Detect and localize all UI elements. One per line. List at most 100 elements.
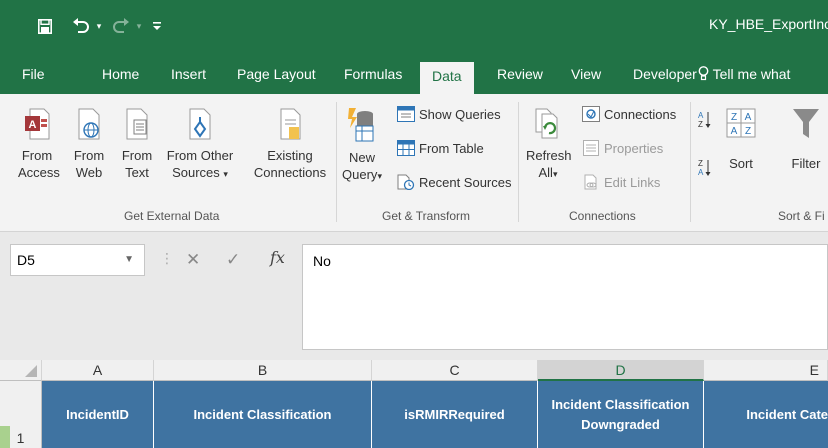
- from-access-button[interactable]: A From Access: [18, 108, 60, 181]
- cell-d1[interactable]: Incident Classification Downgraded: [538, 381, 704, 448]
- show-queries-label: Show Queries: [419, 106, 501, 122]
- from-web-label-1: From: [73, 148, 105, 163]
- column-header-b[interactable]: B: [154, 360, 372, 381]
- show-queries-button[interactable]: Show Queries: [397, 106, 501, 122]
- tell-me-box[interactable]: Tell me what: [698, 62, 790, 86]
- group-get-transform: Get & Transform: [382, 209, 471, 223]
- enter-check-icon[interactable]: ✓: [226, 250, 240, 270]
- new-query-label-1: New: [348, 150, 375, 165]
- from-other-sources-text: Sources: [172, 165, 220, 180]
- cell-d1-text-line1: Incident Classification: [551, 396, 690, 412]
- row-header-1[interactable]: 1: [0, 381, 42, 448]
- redo-dropdown-icon[interactable]: ▾: [134, 14, 144, 38]
- cell-a1-text: IncidentID: [66, 406, 129, 422]
- cell-c1-text: isRMIRRequired: [404, 406, 505, 422]
- cancel-icon[interactable]: ✕: [186, 250, 200, 270]
- sort-button[interactable]: ZAAZ Sort: [722, 108, 760, 172]
- column-header-c[interactable]: C: [372, 360, 538, 381]
- svg-text:A: A: [745, 112, 752, 123]
- edit-links-label: Edit Links: [604, 174, 661, 190]
- from-text-button[interactable]: From Text: [120, 108, 154, 181]
- cell-e1[interactable]: Incident Cate: [704, 381, 828, 448]
- cell-c1[interactable]: isRMIRRequired: [372, 381, 538, 448]
- new-query-icon: [342, 108, 382, 146]
- from-access-label-1: From: [21, 148, 53, 163]
- sort-icon: ZAAZ: [722, 108, 760, 144]
- column-header-d[interactable]: D: [538, 360, 704, 381]
- tab-view[interactable]: View: [571, 62, 601, 86]
- undo-dropdown-icon[interactable]: ▾: [94, 14, 104, 38]
- svg-text:A: A: [698, 168, 704, 177]
- document-title: KY_HBE_ExportInci: [709, 16, 828, 32]
- column-header-a[interactable]: A: [42, 360, 154, 381]
- tab-page-layout[interactable]: Page Layout: [237, 62, 316, 86]
- from-other-sources-button[interactable]: From Other Sources ▾: [163, 108, 237, 183]
- tell-me-text: Tell me what: [712, 66, 791, 82]
- group-separator: [518, 102, 519, 222]
- cell-d1-text-line2: Downgraded: [581, 416, 660, 432]
- connections-button[interactable]: Connections: [582, 106, 676, 122]
- tab-home[interactable]: Home: [102, 62, 139, 86]
- new-query-label-2: Query▾: [342, 166, 382, 185]
- sort-a-to-z-button[interactable]: AZ: [698, 110, 712, 132]
- svg-text:A: A: [29, 119, 37, 131]
- web-icon: [72, 108, 106, 144]
- row-number: 1: [16, 430, 25, 446]
- name-box[interactable]: D5 ▼: [10, 244, 145, 276]
- group-sort-filter: Sort & Fi: [778, 209, 825, 223]
- existing-connections-button[interactable]: Existing Connections: [250, 108, 330, 181]
- from-text-label-2: Text: [125, 165, 149, 180]
- customize-qat-icon[interactable]: [150, 14, 164, 38]
- properties-icon: [582, 140, 600, 156]
- save-icon[interactable]: [36, 14, 54, 38]
- tab-insert[interactable]: Insert: [171, 62, 206, 86]
- tab-formulas[interactable]: Formulas: [344, 62, 402, 86]
- from-table-button[interactable]: From Table: [397, 140, 484, 156]
- filter-button[interactable]: Filter: [784, 108, 828, 172]
- refresh-all-text: All: [538, 165, 553, 180]
- chevron-down-icon[interactable]: ▼: [124, 245, 134, 275]
- tab-data[interactable]: Data: [420, 62, 474, 94]
- from-access-label-2: Access: [18, 165, 60, 180]
- insert-function-icon[interactable]: fx: [270, 248, 285, 267]
- edit-links-button[interactable]: Edit Links: [582, 174, 660, 190]
- svg-text:A: A: [731, 126, 738, 137]
- refresh-label-2: All▾: [526, 164, 570, 183]
- recent-sources-button[interactable]: Recent Sources: [397, 174, 512, 190]
- show-queries-icon: [397, 106, 415, 122]
- title-bar: ▾ ▾ KY_HBE_ExportInci: [0, 0, 828, 52]
- redo-icon[interactable]: [110, 14, 132, 38]
- existing-label-1: Existing: [267, 148, 313, 163]
- row-highlight-marker: [0, 426, 10, 448]
- splitter-dots-icon[interactable]: ⋮: [160, 250, 174, 267]
- properties-button[interactable]: Properties: [582, 140, 663, 156]
- existing-connections-icon: [250, 108, 330, 144]
- undo-icon[interactable]: [70, 14, 92, 38]
- tab-file[interactable]: File: [22, 62, 45, 86]
- group-separator: [690, 102, 691, 222]
- column-header-e[interactable]: E: [704, 360, 828, 381]
- filter-icon: [784, 108, 828, 144]
- connections-label: Connections: [604, 106, 677, 122]
- from-text-label-1: From: [121, 148, 153, 163]
- refresh-all-button[interactable]: Refresh All▾: [526, 108, 572, 183]
- cell-a1[interactable]: IncidentID: [42, 381, 154, 448]
- group-separator: [336, 102, 337, 222]
- ribbon-tabs: File Home Insert Page Layout Formulas Da…: [0, 52, 828, 94]
- select-all-button[interactable]: [0, 360, 42, 381]
- from-other-label-2: Sources ▾: [163, 164, 237, 183]
- formula-input[interactable]: No: [302, 244, 828, 350]
- svg-text:A: A: [698, 111, 704, 120]
- tab-review[interactable]: Review: [497, 62, 543, 86]
- other-sources-icon: [163, 108, 237, 144]
- properties-label: Properties: [604, 140, 664, 156]
- existing-label-2: Connections: [253, 165, 327, 180]
- cell-b1[interactable]: Incident Classification: [154, 381, 372, 448]
- sort-z-to-a-icon: ZA: [698, 158, 712, 181]
- chevron-down-icon: ▾: [377, 171, 382, 181]
- new-query-button[interactable]: New Query▾: [342, 108, 382, 185]
- edit-links-icon: [582, 174, 600, 190]
- from-web-button[interactable]: From Web: [72, 108, 106, 181]
- tab-developer[interactable]: Developer: [633, 62, 697, 86]
- sort-z-to-a-button[interactable]: ZA: [698, 158, 712, 181]
